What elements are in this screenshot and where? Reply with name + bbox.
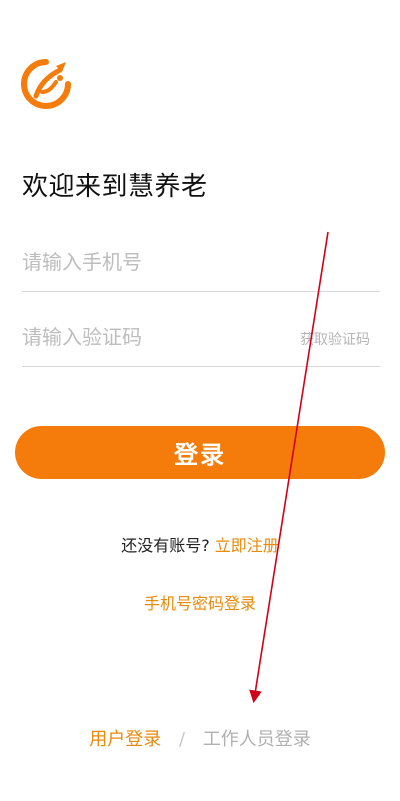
register-question: 还没有账号?	[121, 536, 210, 555]
welcome-title: 欢迎来到慧养老	[22, 172, 208, 202]
user-login-tab[interactable]: 用户登录	[89, 729, 161, 750]
password-login-link[interactable]: 手机号密码登录	[0, 590, 400, 614]
staff-login-tab[interactable]: 工作人员登录	[203, 729, 311, 750]
verification-code-input[interactable]	[22, 321, 282, 353]
annotation-arrow-icon	[249, 231, 329, 704]
login-mode-switch: 用户登录 / 工作人员登录	[0, 725, 400, 751]
login-button[interactable]: 登录	[15, 426, 385, 479]
phone-input[interactable]	[22, 246, 282, 278]
phone-field	[22, 232, 380, 292]
brand-logo-icon	[21, 59, 71, 109]
get-code-button[interactable]: 获取验证码	[300, 329, 370, 349]
register-link[interactable]: 立即注册	[215, 536, 279, 555]
register-prompt: 还没有账号? 立即注册	[0, 532, 400, 556]
code-field: 获取验证码	[22, 307, 380, 367]
mode-separator: /	[178, 729, 186, 750]
